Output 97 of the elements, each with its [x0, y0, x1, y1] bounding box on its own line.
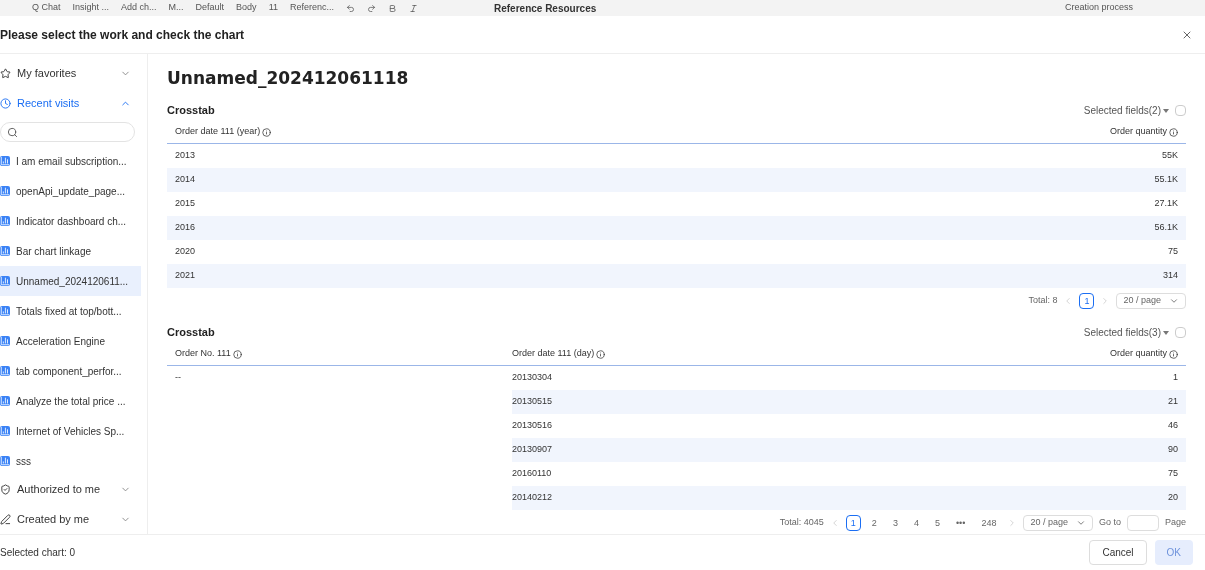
column-header: Order quantity	[1109, 125, 1178, 139]
sidebar-section[interactable]: Created by me	[0, 504, 147, 534]
table-cell-text: 55.1K	[1154, 172, 1178, 186]
fields-dropdown[interactable]: Selected fields(3)	[1083, 325, 1169, 340]
page-button[interactable]: •••	[950, 514, 971, 531]
page-button[interactable]: 4	[908, 514, 924, 531]
info-icon	[1169, 349, 1178, 359]
redo-icon[interactable]	[367, 3, 376, 13]
selected-count: Selected chart: 0	[0, 546, 77, 560]
column-header: Order date 111 (day)	[512, 347, 606, 361]
page-size-select[interactable]: 20 / page	[1116, 292, 1186, 309]
table-cell-text: 2021	[175, 268, 196, 282]
page-button[interactable]: 248	[976, 514, 1002, 531]
table-cell-text: 21	[1168, 394, 1178, 408]
table-cell-text: 2020	[175, 244, 196, 258]
panel-title: Reference Resources	[494, 1, 597, 16]
sidebar-section[interactable]: Authorized to me	[0, 474, 147, 504]
bar-chart-icon	[0, 276, 10, 286]
table-cell-text: 56.1K	[1154, 220, 1178, 234]
sidebar-item[interactable]: sss	[0, 446, 141, 474]
sidebar-item[interactable]: openApi_update_page...	[0, 176, 141, 206]
sidebar-section[interactable]: My favorites	[0, 58, 147, 88]
table-cell-text: 2016	[175, 220, 196, 234]
info-icon	[596, 349, 606, 359]
search-icon	[7, 126, 18, 138]
bold-icon[interactable]	[388, 3, 397, 13]
table-cell-text: 27.1K	[1154, 196, 1178, 210]
table-cell-text: 46	[1168, 418, 1178, 432]
sidebar-item[interactable]: Indicator dashboard ch...	[0, 206, 141, 236]
table-cell-text: 2013	[175, 148, 196, 162]
checkbox[interactable]	[1175, 327, 1186, 338]
page-button[interactable]: 2	[866, 514, 882, 531]
table-title: Crosstab	[167, 103, 216, 119]
creation-process-link[interactable]: Creation process	[1064, 1, 1133, 15]
sidebar-item[interactable]: I am email subscription...	[0, 146, 141, 176]
star-icon	[0, 67, 11, 79]
column-header: Order date 111 (year)	[175, 125, 272, 139]
table-cell-text: 20130304	[512, 370, 553, 384]
table-cell-text: 20160110	[512, 466, 552, 480]
table-cell-text: 55K	[1162, 148, 1178, 162]
undo-icon[interactable]	[346, 3, 355, 13]
info-icon	[232, 349, 242, 359]
table-title: Crosstab	[167, 325, 216, 341]
sidebar-section[interactable]: Recent visits	[0, 88, 147, 118]
total-count: Total: 4045	[779, 515, 824, 529]
fields-dropdown[interactable]: Selected fields(2)	[1083, 103, 1169, 118]
table-cell-text: 2015	[175, 196, 196, 210]
column-header: Order No. 111	[175, 347, 242, 361]
page-button[interactable]: 5	[929, 514, 945, 531]
pen-icon	[0, 513, 11, 525]
work-title: Unnamed_202412061118	[167, 67, 410, 90]
table-cell-text: 75	[1168, 466, 1178, 480]
table-cell-text: 20130515	[512, 394, 553, 408]
clock-icon	[0, 97, 11, 109]
total-count: Total: 8	[1028, 293, 1058, 307]
cancel-button[interactable]: Cancel	[1089, 540, 1147, 565]
caret-icon	[1163, 330, 1169, 335]
page-button[interactable]: 3	[887, 514, 903, 531]
table-cell-text: 75	[1168, 244, 1178, 258]
go-to-label: Go to	[1098, 515, 1121, 529]
info-icon	[1169, 127, 1178, 137]
table-cell-text: 2014	[175, 172, 196, 186]
toolbar-item[interactable]: 11	[268, 1, 278, 15]
checkbox[interactable]	[1175, 105, 1186, 116]
sidebar-item[interactable]: Acceleration Engine	[0, 326, 141, 356]
table-cell-text: --	[175, 370, 181, 384]
caret-icon	[1163, 108, 1169, 113]
table-cell-text: 314	[1162, 268, 1178, 282]
page-size-select[interactable]: 20 / page	[1023, 514, 1093, 531]
sidebar-item[interactable]: Bar chart linkage	[0, 236, 141, 266]
sidebar-item[interactable]: Analyze the total price ...	[0, 386, 141, 416]
table-cell-text: 1	[1173, 370, 1178, 384]
column-header: Order quantity	[1109, 347, 1178, 361]
table-cell-text: 20130907	[512, 442, 553, 456]
sidebar-item[interactable]: Internet of Vehicles Sp...	[0, 416, 141, 446]
toolbar-item[interactable]: Referenc...	[289, 1, 334, 15]
toolbar-item[interactable]: Default	[195, 1, 225, 15]
sidebar-item[interactable]: Totals fixed at top/bott...	[0, 296, 141, 326]
sidebar-item[interactable]: Unnamed_2024120611...	[0, 266, 141, 296]
page-label: Page	[1164, 515, 1186, 529]
dialog-title: Please select the work and check the chart	[0, 26, 246, 44]
shield-icon	[0, 483, 11, 495]
info-icon	[262, 127, 272, 137]
toolbar-item[interactable]: Insight ...	[72, 1, 110, 15]
page-button[interactable]: 1	[1079, 292, 1095, 309]
table-cell-text: 20	[1168, 490, 1178, 504]
toolbar-item[interactable]: Add ch...	[121, 1, 157, 15]
italic-icon[interactable]	[409, 3, 418, 13]
table-cell-text: 90	[1168, 442, 1178, 456]
table-cell-text: 20140212	[512, 490, 553, 504]
toolbar-item[interactable]: Body	[236, 1, 257, 15]
toolbar-item[interactable]: M...	[168, 1, 184, 15]
page-button[interactable]: 1	[845, 514, 861, 531]
toolbar-item[interactable]: Q Chat	[32, 1, 61, 15]
page-input[interactable]	[1126, 514, 1159, 531]
sidebar-item[interactable]: tab component_perfor...	[0, 356, 141, 386]
table-cell-text: 20130516	[512, 418, 553, 432]
